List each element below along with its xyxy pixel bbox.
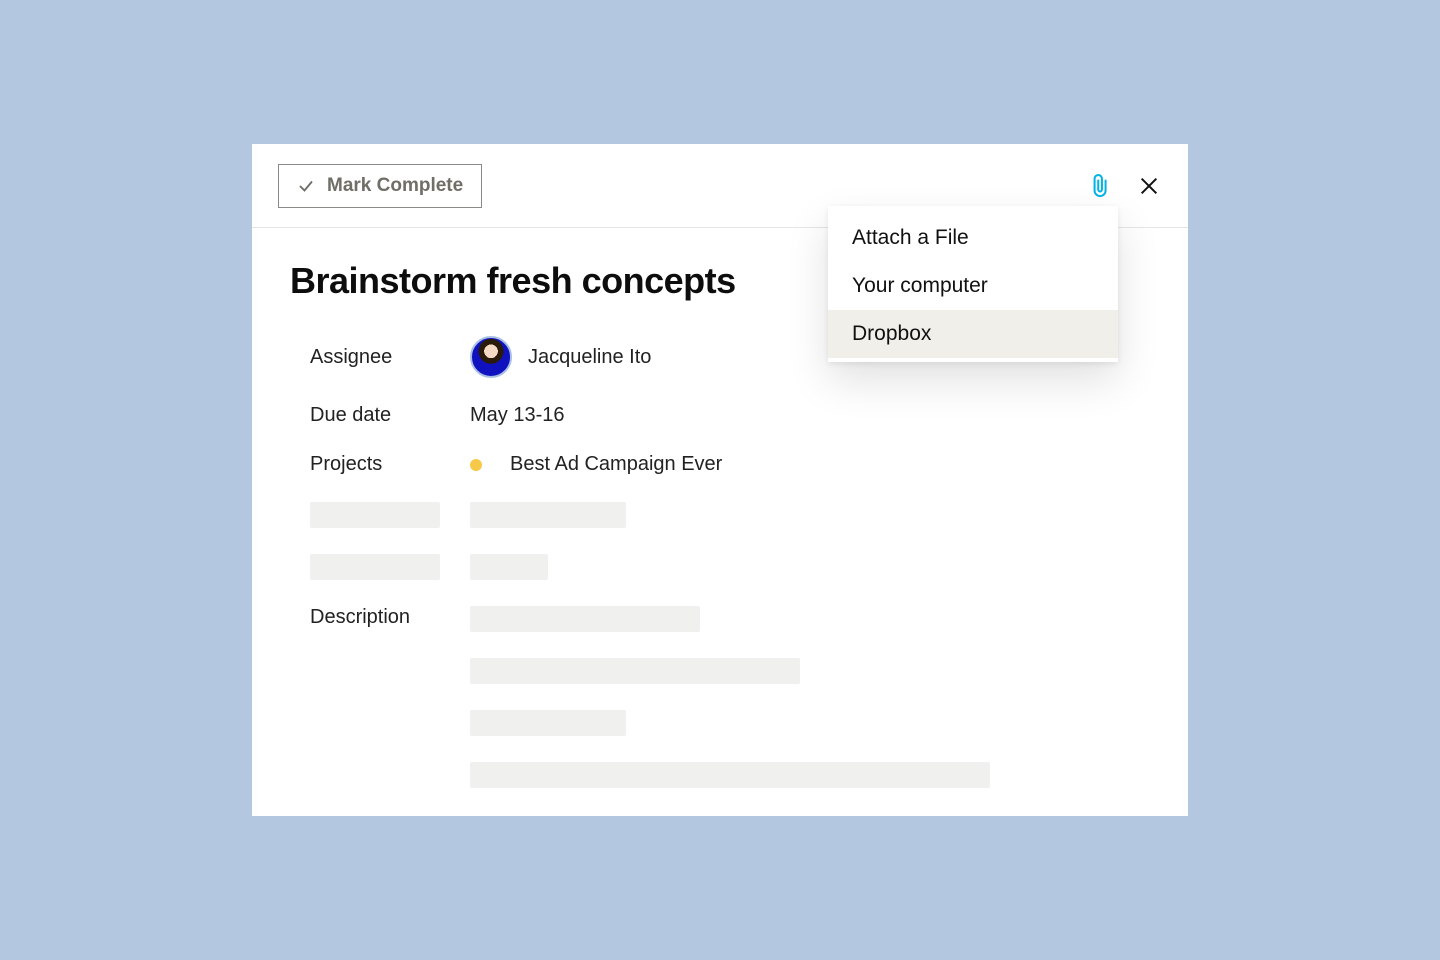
projects-label: Projects <box>310 453 470 476</box>
attach-option-your-computer[interactable]: Your computer <box>828 262 1118 310</box>
attach-popover-title: Attach a File <box>828 216 1118 262</box>
attach-option-dropbox[interactable]: Dropbox <box>828 310 1118 358</box>
task-card: Mark Complete Attach a File Your compute… <box>252 144 1188 816</box>
check-icon <box>297 177 315 195</box>
due-date-text: May 13-16 <box>470 404 565 427</box>
close-icon[interactable] <box>1138 175 1160 197</box>
toolbar: Mark Complete Attach a File Your compute… <box>252 144 1188 228</box>
mark-complete-label: Mark Complete <box>327 175 463 197</box>
skeleton-value <box>470 554 548 580</box>
assignee-name: Jacqueline Ito <box>528 346 651 369</box>
skeleton-value <box>470 502 626 528</box>
field-projects: Projects Best Ad Campaign Ever <box>290 453 1150 476</box>
projects-value[interactable]: Best Ad Campaign Ever <box>470 453 722 476</box>
due-date-value[interactable]: May 13-16 <box>470 404 565 427</box>
field-description: Description <box>290 606 1150 788</box>
skeleton-label <box>310 554 440 580</box>
field-placeholder-1 <box>290 502 1150 528</box>
field-placeholder-2 <box>290 554 1150 580</box>
attach-popover: Attach a File Your computer Dropbox <box>828 206 1118 362</box>
assignee-label: Assignee <box>310 346 470 369</box>
field-due-date: Due date May 13-16 <box>290 404 1150 427</box>
skeleton-line <box>470 658 800 684</box>
avatar <box>470 336 512 378</box>
toolbar-right <box>1090 173 1160 199</box>
skeleton-line <box>470 762 990 788</box>
attach-icon[interactable] <box>1090 173 1112 199</box>
skeleton-label <box>310 502 440 528</box>
description-label: Description <box>310 606 470 629</box>
skeleton-line <box>470 710 626 736</box>
skeleton-line <box>470 606 700 632</box>
project-name: Best Ad Campaign Ever <box>510 453 722 476</box>
assignee-value[interactable]: Jacqueline Ito <box>470 336 651 378</box>
due-date-label: Due date <box>310 404 470 427</box>
mark-complete-button[interactable]: Mark Complete <box>278 164 482 208</box>
project-color-dot <box>470 459 482 471</box>
description-value[interactable] <box>470 606 990 788</box>
